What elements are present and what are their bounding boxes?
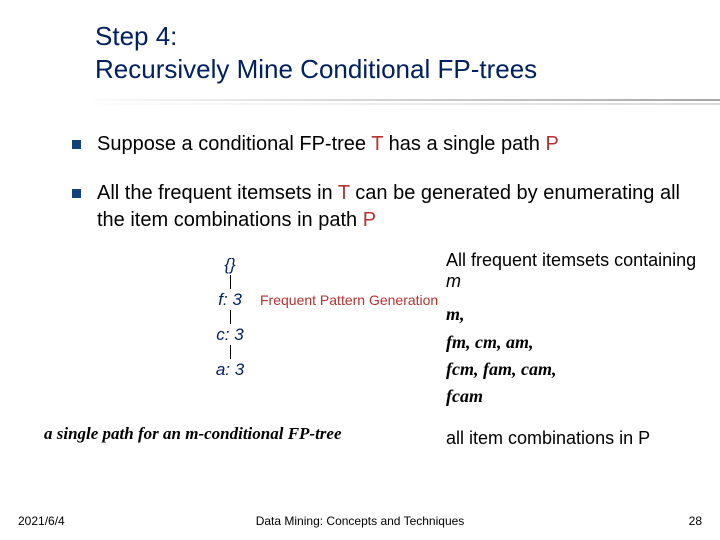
- all-combinations-caption: all item combinations in P: [446, 428, 650, 449]
- path-node-a: a: 3: [210, 361, 250, 378]
- bullet-icon: [72, 140, 81, 149]
- itemset-row-3: fcm, fam, cam,: [446, 357, 706, 382]
- bullet-item-2: All the frequent itemsets in T can be ge…: [72, 180, 680, 234]
- single-path-caption: a single path for an m-conditional FP-tr…: [44, 424, 342, 444]
- itemsets-heading-pre: All frequent itemsets containing: [446, 250, 696, 270]
- title-underline: [95, 99, 720, 101]
- diagram-area: {} f: 3 c: 3 a: 3 Frequent Pattern Gener…: [0, 256, 720, 456]
- footer-page-number: 28: [689, 514, 702, 528]
- path-node-root: {}: [210, 256, 250, 273]
- itemset-row-1: m,: [446, 302, 706, 327]
- bullet-text-1: Suppose a conditional FP-tree T has a si…: [97, 131, 559, 158]
- bullet-list: Suppose a conditional FP-tree T has a si…: [0, 105, 720, 234]
- footer-date: 2021/6/4: [18, 514, 65, 528]
- title-line-1: Step 4:: [95, 20, 720, 53]
- path-edge: [230, 275, 231, 289]
- bullet-1-mid: has a single path: [383, 133, 545, 155]
- itemset-row-2: fm, cm, am,: [446, 330, 706, 355]
- bullet-2-pre: All the frequent itemsets in: [97, 182, 338, 204]
- footer: 2021/6/4 Data Mining: Concepts and Techn…: [0, 514, 720, 528]
- bullet-1-var-p: P: [545, 133, 558, 155]
- path-edge: [230, 345, 231, 359]
- bullet-1-pre: Suppose a conditional FP-tree: [97, 133, 371, 155]
- path-node-f: f: 3: [210, 291, 250, 308]
- bullet-item-1: Suppose a conditional FP-tree T has a si…: [72, 131, 680, 158]
- bullet-2-var-t: T: [338, 182, 350, 204]
- itemsets-heading-var: m: [446, 271, 461, 291]
- slide: Step 4: Recursively Mine Conditional FP-…: [0, 0, 720, 540]
- title-block: Step 4: Recursively Mine Conditional FP-…: [0, 0, 720, 93]
- frequent-pattern-generation-label: Frequent Pattern Generation: [260, 292, 438, 308]
- itemsets-block: All frequent itemsets containing m m, fm…: [446, 250, 706, 411]
- bullet-2-var-p: P: [363, 209, 376, 231]
- itemset-list: m, fm, cm, am, fcm, fam, cam, fcam: [446, 302, 706, 409]
- title-underline-shadow: [95, 103, 720, 105]
- fp-tree-path: {} f: 3 c: 3 a: 3: [210, 256, 250, 378]
- title-line-2: Recursively Mine Conditional FP-trees: [95, 53, 720, 86]
- footer-center: Data Mining: Concepts and Techniques: [256, 514, 465, 528]
- bullet-icon: [72, 189, 81, 198]
- bullet-1-var-t: T: [371, 133, 383, 155]
- itemset-row-4: fcam: [446, 384, 706, 409]
- path-node-c: c: 3: [210, 326, 250, 343]
- bullet-text-2: All the frequent itemsets in T can be ge…: [97, 180, 680, 234]
- path-edge: [230, 310, 231, 324]
